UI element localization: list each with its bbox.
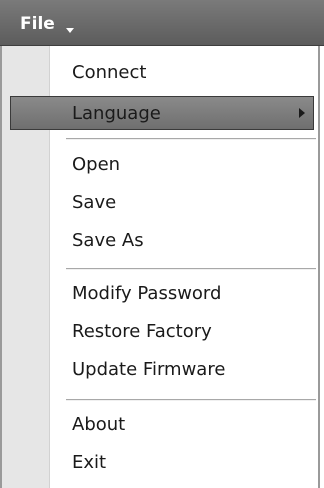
menu-separator [66,138,316,140]
menu-bar: File [0,0,324,46]
menu-item-label: Language [72,103,161,124]
menu-item-save-as[interactable]: Save As [2,224,318,258]
menu-item-label: Update Firmware [72,359,226,380]
app-screen: File Connect Language Open Save Save As … [0,0,324,488]
menu-item-label: Connect [72,62,147,83]
menu-item-update-firmware[interactable]: Update Firmware [2,353,318,387]
menu-item-label: Save [72,192,117,213]
menu-item-open[interactable]: Open [2,148,318,182]
menu-item-label: Open [72,154,121,175]
menu-item-label: Restore Factory [72,321,212,342]
menu-item-modify-password[interactable]: Modify Password [2,277,318,311]
menu-item-save[interactable]: Save [2,186,318,220]
menu-item-label: Modify Password [72,283,222,304]
menu-item-label: Exit [72,452,107,473]
menu-item-about[interactable]: About [2,408,318,442]
menu-item-exit[interactable]: Exit [2,446,318,480]
menu-item-connect[interactable]: Connect [2,56,318,90]
file-menu[interactable]: File [20,14,74,40]
menu-item-language[interactable]: Language [10,96,314,130]
menu-separator [66,399,316,401]
menu-separator [66,268,316,270]
file-dropdown-menu: Connect Language Open Save Save As Modif… [0,46,320,488]
menu-item-label: Save As [72,230,144,251]
menu-item-label: About [72,414,126,435]
menu-item-restore-factory[interactable]: Restore Factory [2,315,318,349]
caret-down-icon [65,28,74,33]
submenu-arrow-icon [299,108,305,118]
file-menu-label: File [20,14,55,34]
